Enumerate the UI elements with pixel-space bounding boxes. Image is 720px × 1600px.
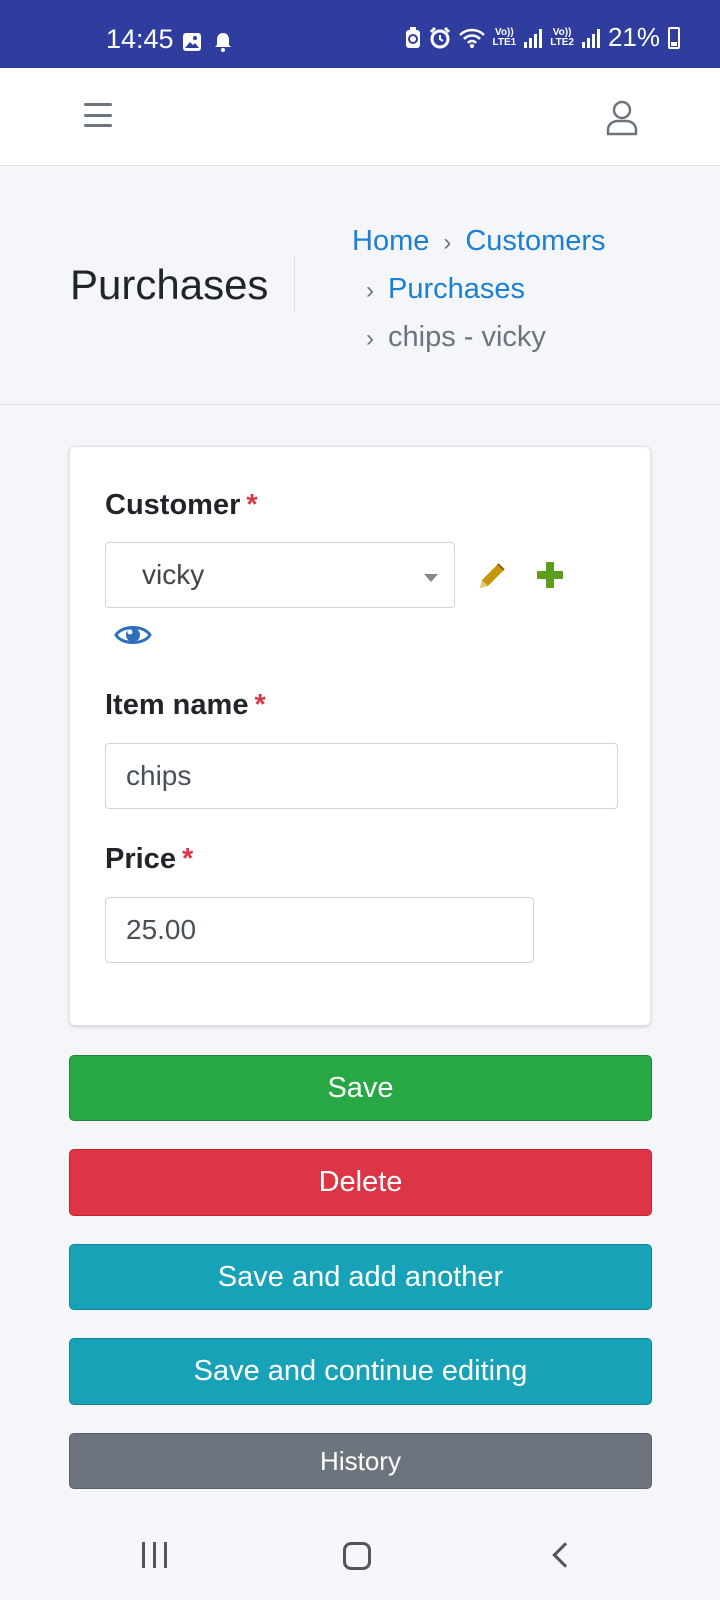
save-and-continue-button[interactable]: Save and continue editing [69, 1338, 652, 1405]
recents-icon[interactable] [142, 1542, 167, 1568]
status-bar: 14:45 Vo)) LTE1 Vo)) LTE2 21% [0, 0, 720, 68]
content-header: Purchases Home › Customers › Purchases › chi… [0, 166, 720, 405]
breadcrumb-separator: › [366, 277, 374, 304]
bell-icon [215, 33, 231, 52]
page-title: Purchases [70, 261, 269, 308]
breadcrumb: Home › Customers › Purchases › chips - vicky [352, 218, 652, 362]
breadcrumb-current: chips - vicky [388, 321, 546, 353]
top-navbar [0, 68, 720, 166]
customer-label: Customer * [105, 489, 258, 521]
status-time: 14:45 [106, 24, 174, 54]
user-icon[interactable] [606, 100, 638, 136]
item-name-input[interactable] [105, 743, 618, 809]
breadcrumb-separator: › [366, 325, 374, 352]
pencil-icon[interactable] [476, 560, 508, 592]
battery-icon [668, 26, 680, 49]
battery-percent: 21% [607, 22, 660, 52]
breadcrumb-purchases[interactable]: Purchases [388, 273, 525, 305]
title-divider [294, 256, 295, 312]
required-mark: * [246, 489, 258, 521]
data-saver-icon [405, 26, 420, 48]
breadcrumb-separator: › [443, 229, 452, 256]
image-icon [183, 33, 201, 51]
alarm-icon [429, 26, 450, 48]
eye-icon[interactable] [114, 621, 152, 649]
wifi-icon [458, 28, 485, 48]
delete-button[interactable]: Delete [69, 1149, 652, 1216]
signal-icon [524, 28, 543, 48]
back-icon[interactable] [552, 1542, 578, 1568]
save-button[interactable]: Save [69, 1055, 652, 1121]
required-mark: * [254, 689, 266, 721]
signal-icon-2 [581, 28, 600, 48]
required-mark: * [181, 843, 194, 875]
chevron-down-icon [424, 574, 438, 582]
sim1-label: Vo)) LTE1 [492, 26, 517, 48]
breadcrumb-customers[interactable]: Customers [465, 225, 605, 257]
history-button[interactable]: History [69, 1433, 652, 1489]
price-input[interactable] [105, 897, 534, 963]
customer-select-value: vicky [142, 559, 205, 590]
item-name-label: Item name * [105, 689, 266, 721]
customer-select[interactable]: vicky [105, 542, 455, 608]
plus-icon[interactable] [535, 560, 565, 590]
hamburger-icon[interactable] [84, 103, 112, 127]
save-and-add-another-button[interactable]: Save and add another [69, 1244, 652, 1310]
system-nav-bar [0, 1512, 720, 1600]
purchase-form-card: Customer* vicky Item name* Price* [69, 446, 651, 1026]
sim2-label: Vo)) LTE2 [550, 26, 574, 48]
home-icon[interactable] [343, 1542, 371, 1570]
price-label: Price * [105, 843, 194, 875]
breadcrumb-home[interactable]: Home [352, 225, 429, 257]
